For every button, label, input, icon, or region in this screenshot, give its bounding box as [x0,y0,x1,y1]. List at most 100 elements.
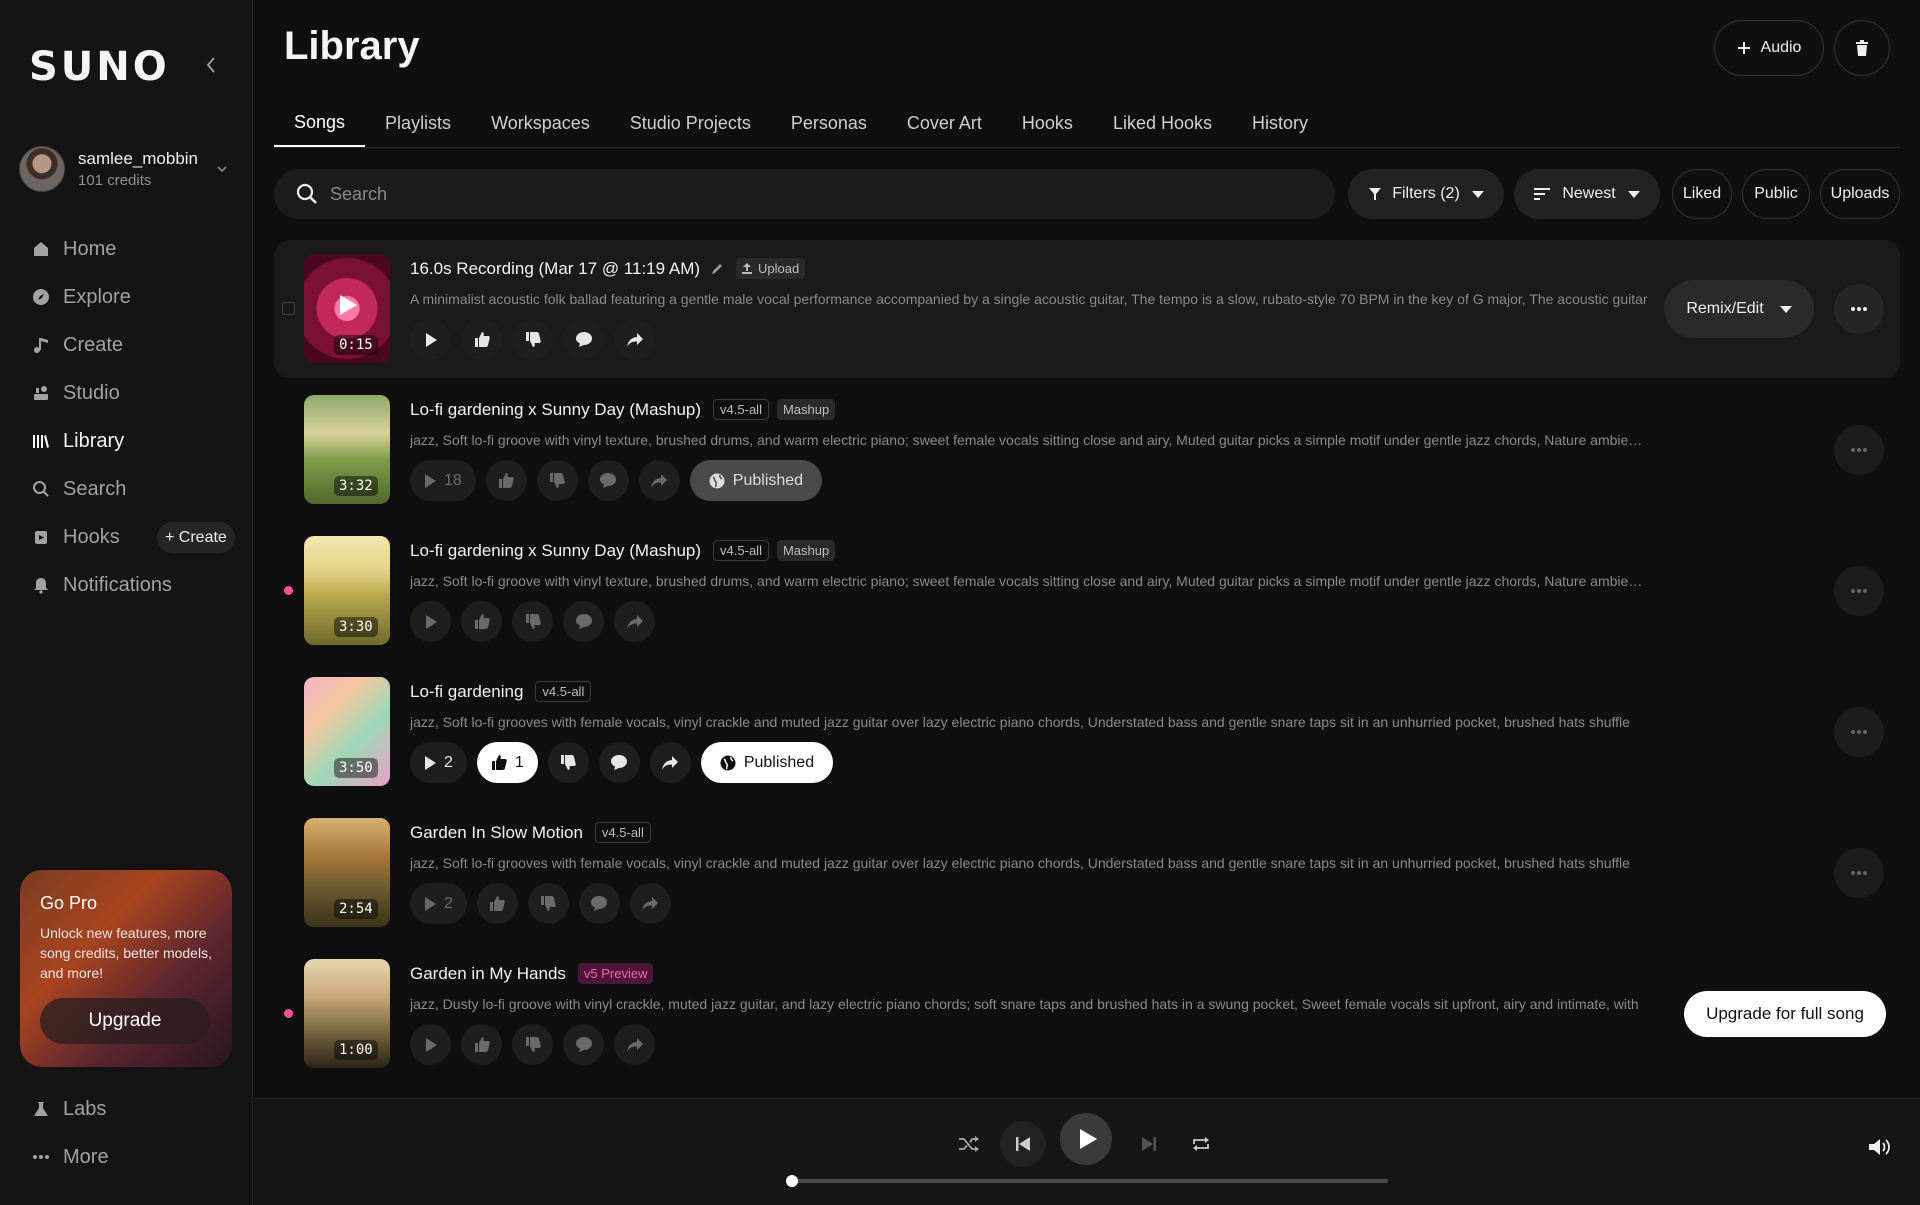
song-cover[interactable]: 0:15 [304,254,390,363]
like-button[interactable] [461,601,502,642]
song-title[interactable]: Garden in My Hands [410,964,566,984]
song-row[interactable]: 3:32 Lo-fi gardening x Sunny Day (Mashup… [274,381,1900,519]
play-button[interactable]: 2 [410,742,467,783]
like-button[interactable] [476,883,518,924]
filters-button[interactable]: Filters (2) [1348,169,1504,219]
play-button[interactable]: 18 [410,460,476,501]
song-title[interactable]: 16.0s Recording (Mar 17 @ 11:19 AM) [410,259,700,279]
comment-button[interactable] [598,742,640,783]
tab-workspaces[interactable]: Workspaces [471,100,610,147]
more-options-button[interactable] [1834,848,1884,898]
nav-item-home[interactable]: Home [0,225,253,273]
progress-knob[interactable] [786,1175,798,1187]
dislike-button[interactable] [536,460,578,501]
song-cover[interactable]: 3:32 [304,395,390,504]
upgrade-button[interactable]: Upgrade [40,998,210,1044]
play-overlay-icon[interactable] [338,294,358,321]
tab-songs[interactable]: Songs [274,100,366,147]
share-button[interactable] [614,601,655,642]
song-cover[interactable]: 1:00 [304,959,390,1068]
dislike-button[interactable] [512,1024,553,1065]
trash-button[interactable] [1834,20,1890,76]
more-options-button[interactable] [1834,425,1884,475]
song-title[interactable]: Lo-fi gardening [410,682,523,702]
collapse-sidebar-icon[interactable] [200,52,222,78]
add-audio-button[interactable]: Audio [1714,20,1824,76]
comment-button[interactable] [563,1024,604,1065]
liked-filter-button[interactable]: Liked [1672,169,1732,219]
song-row[interactable]: 3:50 Lo-fi gardening v4.5-all jazz, Soft… [274,663,1900,801]
dislike-button[interactable] [512,319,553,360]
sort-button[interactable]: Newest [1514,169,1660,219]
song-cover[interactable]: 3:50 [304,677,390,786]
song-row[interactable]: 0:15 16.0s Recording (Mar 17 @ 11:19 AM)… [274,240,1900,378]
song-row[interactable]: 3:30 Lo-fi gardening x Sunny Day (Mashup… [274,522,1900,660]
nav-item-hooks[interactable]: Hooks + Create [0,513,253,561]
nav-item-search[interactable]: Search [0,465,253,513]
dislike-button[interactable] [527,883,569,924]
pencil-icon[interactable] [710,262,724,276]
public-filter-button[interactable]: Public [1742,169,1810,219]
song-title[interactable]: Lo-fi gardening x Sunny Day (Mashup) [410,400,701,420]
share-button[interactable] [614,319,655,360]
suno-logo[interactable]: SUNO [29,44,170,90]
uploads-filter-button[interactable]: Uploads [1820,169,1900,219]
like-button[interactable] [485,460,527,501]
tab-history[interactable]: History [1232,100,1328,147]
share-button[interactable] [614,1024,655,1065]
tab-hooks[interactable]: Hooks [1002,100,1093,147]
playback-progress-bar[interactable] [786,1175,1388,1187]
volume-button[interactable] [1866,1133,1894,1161]
play-pause-button[interactable] [1060,1113,1112,1165]
like-button[interactable]: 1 [476,742,538,783]
shuffle-button[interactable] [954,1121,984,1167]
comment-button[interactable] [563,319,604,360]
nav-item-studio[interactable]: Studio [0,369,253,417]
upgrade-full-song-button[interactable]: Upgrade for full song [1684,991,1886,1037]
tab-personas[interactable]: Personas [771,100,887,147]
published-badge[interactable]: Published [700,742,834,783]
more-options-button[interactable] [1834,566,1884,616]
nav-item-library[interactable]: Library [0,417,253,465]
share-button[interactable] [629,883,671,924]
nav-item-labs[interactable]: Labs [0,1085,253,1133]
comment-button[interactable] [578,883,620,924]
comment-button[interactable] [563,601,604,642]
select-checkbox[interactable] [282,302,295,315]
nav-item-explore[interactable]: Explore [0,273,253,321]
song-row[interactable]: 2:54 Garden In Slow Motion v4.5-all jazz… [274,804,1900,942]
play-button[interactable] [410,319,451,360]
share-button[interactable] [638,460,680,501]
hooks-create-button[interactable]: + Create [157,522,235,553]
search-input[interactable] [330,183,1230,205]
play-button[interactable]: 2 [410,883,467,924]
play-button[interactable] [410,601,451,642]
tab-studio-projects[interactable]: Studio Projects [610,100,771,147]
play-button[interactable] [410,1024,451,1065]
share-button[interactable] [649,742,691,783]
nav-item-create[interactable]: Create [0,321,253,369]
dislike-button[interactable] [547,742,589,783]
more-options-button[interactable] [1834,284,1884,334]
repeat-button[interactable] [1186,1121,1216,1167]
more-options-button[interactable] [1834,707,1884,757]
next-track-button[interactable] [1126,1121,1172,1167]
previous-track-button[interactable] [1000,1121,1046,1167]
dislike-button[interactable] [512,601,553,642]
comment-button[interactable] [587,460,629,501]
nav-item-more[interactable]: More [0,1133,253,1181]
like-button[interactable] [461,319,502,360]
nav-item-notifications[interactable]: Notifications [0,561,253,609]
song-title[interactable]: Garden In Slow Motion [410,823,583,843]
tab-playlists[interactable]: Playlists [365,100,471,147]
user-menu[interactable]: samlee_mobbin 101 credits [19,144,231,194]
tab-liked-hooks[interactable]: Liked Hooks [1093,100,1232,147]
remix-edit-button[interactable]: Remix/Edit [1664,280,1814,338]
like-button[interactable] [461,1024,502,1065]
published-badge[interactable]: Published [689,460,823,501]
tab-cover-art[interactable]: Cover Art [887,100,1002,147]
song-title[interactable]: Lo-fi gardening x Sunny Day (Mashup) [410,541,701,561]
song-cover[interactable]: 3:30 [304,536,390,645]
song-cover[interactable]: 2:54 [304,818,390,927]
song-row[interactable]: 1:00 Garden in My Hands v5 Preview jazz,… [274,945,1900,1083]
